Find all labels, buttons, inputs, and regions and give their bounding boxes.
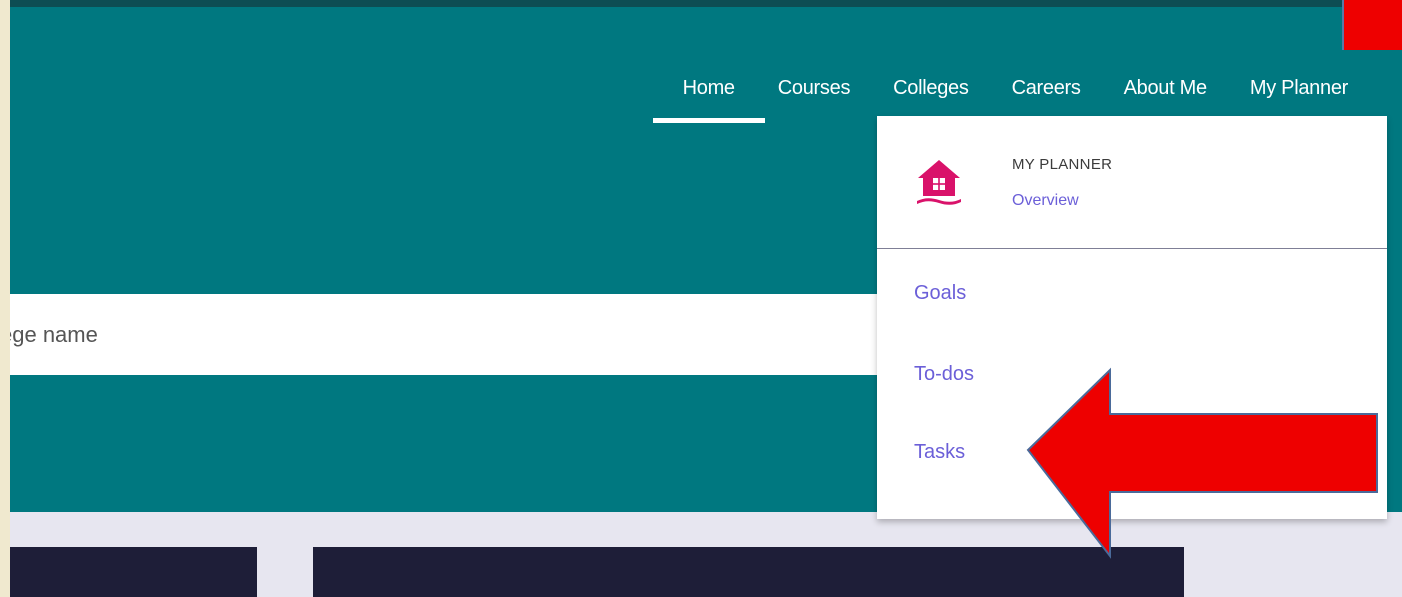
top-strip	[10, 0, 1402, 7]
nav-courses[interactable]: Courses	[774, 77, 854, 100]
house-icon	[917, 160, 961, 205]
annotation-marker	[1342, 0, 1402, 50]
annotation-arrow-icon	[1026, 367, 1378, 559]
nav-careers[interactable]: Careers	[1008, 77, 1085, 100]
dropdown-header: MY PLANNER Overview	[877, 116, 1387, 249]
main-nav: Home Courses Colleges Careers About Me M…	[652, 77, 1352, 123]
search-input[interactable]	[10, 320, 802, 349]
search-bar	[10, 294, 1010, 375]
dropdown-item-goals[interactable]: Goals	[914, 282, 966, 305]
nav-home[interactable]: Home	[652, 77, 765, 123]
content-card-left	[10, 547, 257, 597]
overview-link[interactable]: Overview	[1012, 192, 1079, 210]
dropdown-title: MY PLANNER	[1012, 156, 1113, 173]
nav-colleges[interactable]: Colleges	[889, 77, 972, 100]
dropdown-item-tasks[interactable]: Tasks	[914, 441, 965, 464]
dropdown-item-todos[interactable]: To-dos	[914, 363, 974, 386]
nav-my-planner[interactable]: My Planner	[1246, 77, 1352, 100]
nav-about-me[interactable]: About Me	[1120, 77, 1211, 100]
